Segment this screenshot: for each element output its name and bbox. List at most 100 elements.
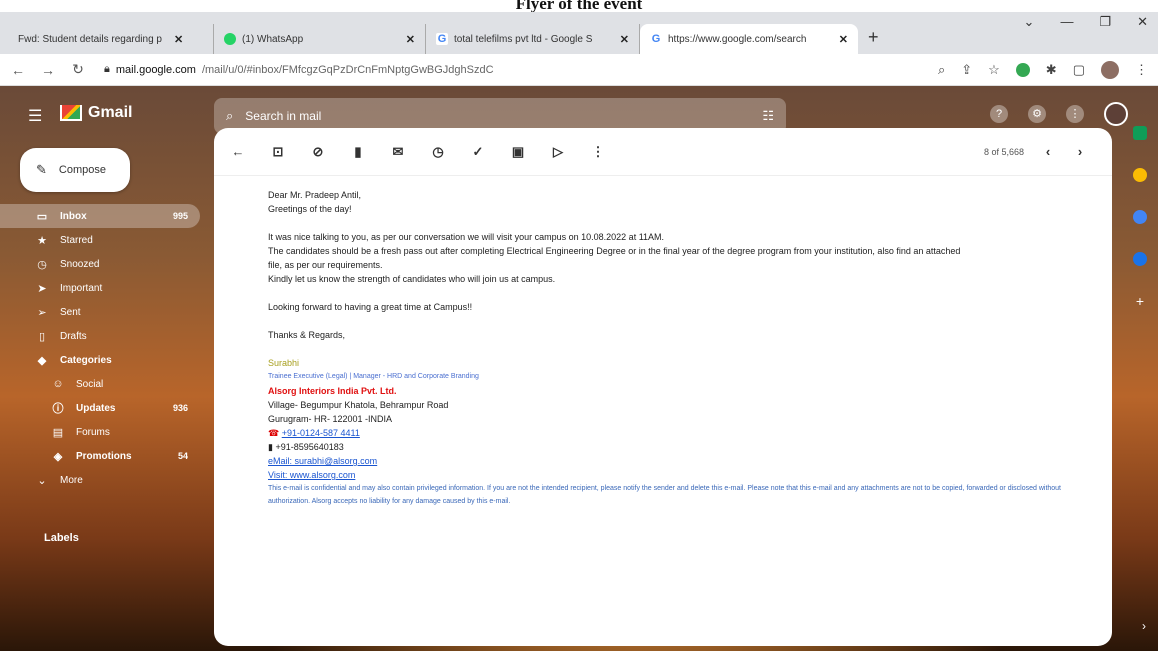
signature-website-link[interactable]: Visit: www.alsorg.com — [268, 468, 1112, 482]
nav-forums[interactable]: ▤ Forums — [0, 420, 200, 444]
calendar-icon[interactable] — [1133, 126, 1147, 140]
contacts-icon[interactable] — [1133, 252, 1147, 266]
google-favicon-icon: G — [650, 33, 662, 45]
chrome-menu-icon[interactable]: ⋮ — [1135, 62, 1148, 78]
nav-promotions[interactable]: ◈ Promotions 54 — [0, 444, 200, 468]
star-icon: ★ — [37, 234, 47, 247]
url-field[interactable]: 🔒︎ mail.google.com/mail/u/0/#inbox/FMfcg… — [100, 58, 924, 82]
draft-icon: ▯ — [38, 330, 46, 343]
signature-title: Trainee Executive (Legal) | Manager - HR… — [268, 373, 479, 380]
address-bar: ← → ↻ 🔒︎ mail.google.com/mail/u/0/#inbox… — [0, 54, 1158, 86]
tab-gmail[interactable]: Fwd: Student details regarding p ✕ — [8, 24, 214, 122]
extension-icon[interactable] — [1015, 62, 1030, 77]
mark-unread-icon[interactable]: ✉ — [390, 144, 406, 160]
url-path: /mail/u/0/#inbox/FMfcgzGqPzDrCnFmNptgGwB… — [201, 63, 494, 76]
compose-button[interactable]: ✎ Compose — [20, 148, 130, 192]
close-window-button[interactable]: ✕ — [1137, 14, 1148, 30]
body-paragraph: file, as per our requirements. — [268, 260, 383, 270]
gmail-logo[interactable]: Gmail — [60, 104, 132, 122]
account-avatar[interactable] — [1104, 102, 1128, 126]
tab-search-icon[interactable]: ⌄ — [1024, 14, 1035, 30]
main-menu-icon[interactable]: ☰ — [28, 106, 42, 126]
nav-drafts[interactable]: ▯ Drafts — [0, 324, 200, 348]
tab-google-search-1[interactable]: G total telefilms pvt ltd - Google S ✕ — [426, 24, 640, 54]
nav-label: Categories — [60, 354, 112, 366]
forward-icon[interactable]: → — [40, 62, 56, 78]
report-spam-icon[interactable]: ⊘ — [310, 144, 326, 160]
message-toolbar: ← ⊡ ⊘ ▮ ✉ ◷ ✓ ▣ ▷ ⋮ 8 of 5,668 ‹ › — [214, 128, 1112, 176]
nav-label: More — [60, 474, 83, 486]
archive-icon[interactable]: ⊡ — [270, 144, 286, 160]
nav-count: 54 — [177, 451, 188, 461]
back-to-inbox-icon[interactable]: ← — [230, 144, 246, 159]
share-icon[interactable]: ⇪ — [961, 62, 972, 78]
nav-count: 936 — [172, 403, 188, 413]
tasks-icon[interactable] — [1133, 210, 1147, 224]
tab-google-search-2[interactable]: G https://www.google.com/search ✕ — [640, 24, 858, 54]
nav-sent[interactable]: ➢ Sent — [0, 300, 200, 324]
phone-link[interactable]: +91-0124-587 4411 — [282, 428, 360, 438]
more-options-icon[interactable]: ⋮ — [590, 144, 606, 160]
body-paragraph: The candidates should be a fresh pass ou… — [268, 246, 961, 256]
extensions-puzzle-icon[interactable]: ✱ — [1046, 62, 1057, 78]
profile-avatar[interactable] — [1101, 60, 1119, 79]
add-addon-icon[interactable]: + — [1133, 294, 1147, 308]
body-paragraph: Kindly let us know the strength of candi… — [268, 274, 556, 284]
settings-gear-icon[interactable]: ⚙ — [1028, 105, 1046, 123]
zoom-icon[interactable]: ⌕ — [938, 62, 945, 78]
search-icon[interactable]: ⌕ — [226, 108, 233, 124]
side-panel: + — [1122, 126, 1158, 651]
body-paragraph: Looking forward to having a great time a… — [268, 302, 473, 312]
close-tab-icon[interactable]: ✕ — [839, 33, 848, 46]
mobile-number: +91-8595640183 — [275, 442, 344, 452]
gmail-app: ☰ Gmail ⌕ Search in mail ☷ ? ⚙ ⋮ ✎ Compo… — [0, 86, 1158, 651]
greeting: Dear Mr. Pradeep Antil, — [268, 190, 362, 200]
left-nav: ▭ Inbox 995 ★ Starred ◷ Snoozed ➤ Import… — [0, 204, 200, 492]
close-tab-icon[interactable]: ✕ — [620, 33, 629, 46]
bookmark-star-icon[interactable]: ☆ — [988, 62, 1000, 78]
signature-email-link[interactable]: eMail: surabhi@alsorg.com — [268, 454, 1112, 468]
minimize-button[interactable]: — — [1060, 14, 1073, 30]
search-options-icon[interactable]: ☷ — [762, 108, 774, 124]
document-title: Flyer of the event — [0, 0, 1158, 12]
nav-snoozed[interactable]: ◷ Snoozed — [0, 252, 200, 276]
chevron-down-icon: ⌄ — [37, 474, 47, 487]
nav-more[interactable]: ⌄ More — [0, 468, 200, 492]
reload-icon[interactable]: ↻ — [70, 61, 86, 78]
keep-icon[interactable] — [1133, 168, 1147, 182]
nav-starred[interactable]: ★ Starred — [0, 228, 200, 252]
expand-panel-icon[interactable]: › — [1142, 619, 1146, 633]
labels-heading: Labels — [44, 532, 79, 544]
move-to-icon[interactable]: ▣ — [510, 144, 526, 160]
message-view: ← ⊡ ⊘ ▮ ✉ ◷ ✓ ▣ ▷ ⋮ 8 of 5,668 ‹ › Dear … — [214, 128, 1112, 646]
close-tab-icon[interactable]: ✕ — [406, 33, 415, 46]
delete-icon[interactable]: ▮ — [350, 144, 366, 160]
nav-inbox[interactable]: ▭ Inbox 995 — [0, 204, 200, 228]
toolbar-icons: ⌕ ⇪ ☆ ✱ ▢ ⋮ — [938, 60, 1148, 79]
nav-updates[interactable]: ⓘ Updates 936 — [0, 396, 200, 420]
help-icon[interactable]: ? — [990, 105, 1008, 123]
apps-grid-icon[interactable]: ⋮ — [1066, 105, 1084, 123]
label-icon: ◆ — [37, 354, 47, 367]
tab-whatsapp[interactable]: (1) WhatsApp ✕ — [214, 24, 426, 54]
label-as-icon[interactable]: ▷ — [550, 144, 566, 160]
snooze-icon[interactable]: ◷ — [430, 144, 446, 160]
url-host: mail.google.com — [115, 63, 196, 76]
nav-label: Inbox — [60, 210, 87, 222]
newer-icon[interactable]: ‹ — [1040, 144, 1056, 159]
message-body: Dear Mr. Pradeep Antil, Greetings of the… — [214, 176, 1112, 508]
back-icon[interactable]: ← — [10, 62, 26, 78]
nav-social[interactable]: ☺ Social — [0, 372, 200, 396]
signature-company: Alsorg Interiors India Pvt. Ltd. — [268, 386, 397, 396]
nav-label: Forums — [76, 426, 110, 438]
maximize-button[interactable]: ❐ — [1099, 14, 1111, 30]
nav-important[interactable]: ➤ Important — [0, 276, 200, 300]
nav-label: Updates — [76, 402, 116, 414]
older-icon[interactable]: › — [1072, 144, 1088, 159]
nav-categories[interactable]: ◆ Categories — [0, 348, 200, 372]
close-tab-icon[interactable]: ✕ — [174, 33, 183, 46]
gmail-header-actions: ? ⚙ ⋮ — [990, 102, 1128, 126]
new-tab-button[interactable]: + — [858, 27, 889, 54]
add-task-icon[interactable]: ✓ — [470, 144, 486, 160]
side-panel-icon[interactable]: ▢ — [1073, 62, 1085, 78]
